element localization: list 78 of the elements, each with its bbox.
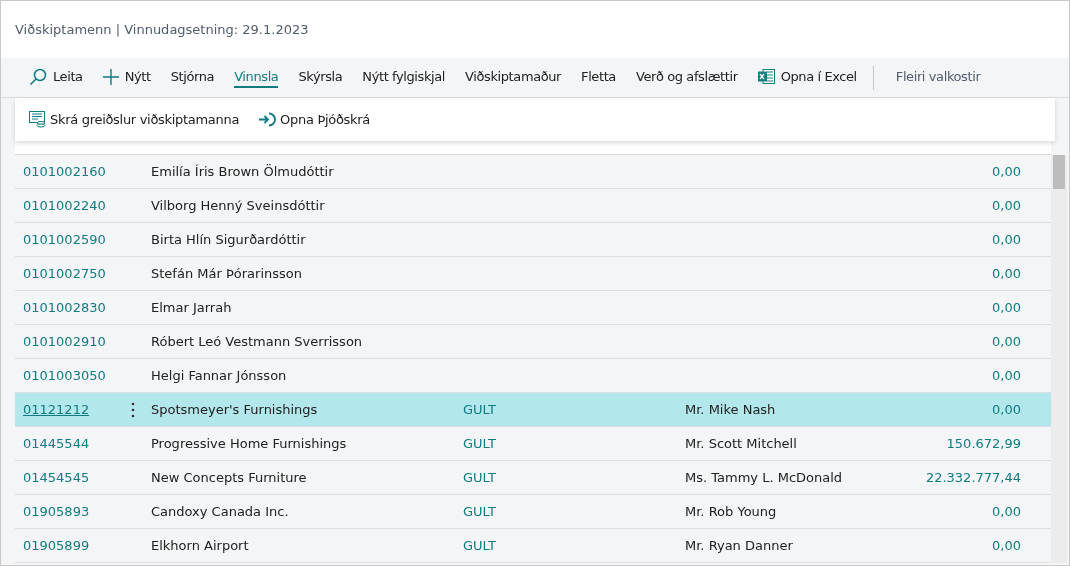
table-row[interactable]: 01905893 Candoxy Canada Inc. GULT Mr. Rob Young 0,00 xyxy=(15,495,1051,529)
table-cell: Elkhorn Airport xyxy=(151,538,249,553)
customer-number-link[interactable]: 01445544 xyxy=(23,436,90,451)
table-cell: Mr. Mike Nash xyxy=(685,402,776,417)
table-row[interactable]: 0101002590 Birta Hlín Sigurðardóttir 0,00 xyxy=(15,223,1051,257)
table-cell: Emilía Íris Brown Ölmudóttir xyxy=(151,164,334,179)
table-cell: Vilborg Henný Sveinsdóttir xyxy=(151,198,325,213)
table-cell: GULT xyxy=(463,470,496,485)
table-cell: 22.332.777,44 xyxy=(925,470,1021,485)
table-cell: 0,00 xyxy=(992,300,1021,315)
table-cell: Mr. Rob Young xyxy=(685,504,777,519)
table-row[interactable]: 01905899 Elkhorn Airport GULT Mr. Ryan Danner 0,00 xyxy=(15,529,1051,563)
table-cell: Stefán Már Þórarinsson xyxy=(151,266,302,281)
table-cell: Birta Hlín Sigurðardóttir xyxy=(151,232,306,247)
table-cell: 0,00 xyxy=(992,232,1021,247)
table-cell: GULT xyxy=(463,538,496,553)
table-cell: Mr. Scott Mitchell xyxy=(685,436,797,451)
table-cell: 0,00 xyxy=(992,164,1021,179)
table-row[interactable]: 0101002910 Róbert Leó Vestmann Sverrisson 0,00 xyxy=(15,325,1051,359)
table-cell: 0,00 xyxy=(992,334,1021,349)
search-button[interactable]: Leita xyxy=(19,58,93,97)
customer-number-link[interactable]: 0101002160 xyxy=(23,164,106,179)
menu-tab[interactable]: Nýtt fylgiskjal xyxy=(352,58,456,97)
table-cell: 0,00 xyxy=(992,402,1021,417)
search-icon xyxy=(29,67,47,86)
table-cell: 0,00 xyxy=(992,368,1021,383)
table-cell: Helgi Fannar Jónsson xyxy=(151,368,287,383)
table-cell: GULT xyxy=(463,436,496,451)
plus-icon xyxy=(102,68,119,85)
table-cell: 0,00 xyxy=(992,266,1021,281)
table-cell: Mr. Ryan Danner xyxy=(685,538,793,553)
table-cell: Spotsmeyer's Furnishings xyxy=(151,402,318,417)
excel-icon xyxy=(757,69,775,84)
register-payments-button[interactable]: Skrá greiðslur viðskiptamanna xyxy=(29,107,248,132)
page-title: Viðskiptamenn | Vinnudagsetning: 29.1.2023 xyxy=(14,21,310,39)
customer-number-link[interactable]: 01454545 xyxy=(23,470,90,485)
customer-number-link[interactable]: 0101002240 xyxy=(23,198,106,213)
table-cell: Ms. Tammy L. McDonald xyxy=(685,470,843,485)
table-cell: GULT xyxy=(463,504,496,519)
table-row[interactable]: 01445544 Progressive Home Furnishings GULT Mr. Scott Mitchell 150.672,99 xyxy=(15,427,1051,461)
selected-row[interactable]: 01121212 Spotsmeyer's Furnishings GULT Mr. Mike Nash 0,00 xyxy=(15,393,1051,427)
customer-number-link[interactable]: 0101002590 xyxy=(23,232,106,247)
open-registry-button[interactable]: Opna Þjóðskrá xyxy=(259,108,378,131)
table-cell: 0,00 xyxy=(992,198,1021,213)
more-options-button[interactable]: Fleiri valkostir xyxy=(885,58,991,97)
customer-number-link[interactable]: 0101002830 xyxy=(23,300,106,315)
more-icon[interactable] xyxy=(131,401,135,418)
customer-number-link[interactable]: 01905899 xyxy=(23,538,90,553)
table-row[interactable]: 0101002750 Stefán Már Þórarinsson 0,00 xyxy=(15,257,1051,291)
customer-number-link[interactable]: 0101003050 xyxy=(23,368,106,383)
menu-tab[interactable]: Verð og afslættir xyxy=(625,58,748,97)
table-cell: 0,00 xyxy=(992,504,1021,519)
table-cell: Candoxy Canada Inc. xyxy=(151,504,289,519)
customer-number-link[interactable]: 0101002750 xyxy=(23,266,106,281)
table-cell: Progressive Home Furnishings xyxy=(151,436,347,451)
table-cell: 0,00 xyxy=(992,538,1021,553)
table-cell: Róbert Leó Vestmann Sverrisson xyxy=(151,334,363,349)
table-row[interactable]: 0101002160 Emilía Íris Brown Ölmudóttir 0,00 xyxy=(15,155,1051,189)
menu-tab[interactable]: Viðskiptamaður xyxy=(455,58,572,97)
customer-number-link[interactable]: 01905893 xyxy=(23,504,90,519)
new-button[interactable]: Nýtt xyxy=(92,58,161,97)
menu-tab[interactable]: Vinnsla xyxy=(224,58,289,97)
menu-tab[interactable]: Skýrsla xyxy=(288,58,353,97)
table-row[interactable]: 0101002830 Elmar Jarrah 0,00 xyxy=(15,291,1051,325)
customer-number-link[interactable]: 0101002910 xyxy=(23,334,106,349)
table-cell: GULT xyxy=(463,402,496,417)
table-row[interactable]: 01454545 New Concepts Furniture GULT Ms. Tammy L. McDonald 22.332.777,44 xyxy=(15,461,1051,495)
excel-button[interactable]: Opna í Excel xyxy=(747,58,867,97)
table-cell: Elmar Jarrah xyxy=(151,300,232,315)
table-row[interactable]: 0101002240 Vilborg Henný Sveinsdóttir 0,00 xyxy=(15,189,1051,223)
table-cell: 150.672,99 xyxy=(946,436,1021,451)
menu-tab[interactable]: Fletta xyxy=(571,58,626,97)
table-cell: New Concepts Furniture xyxy=(151,470,307,485)
menu-tab[interactable]: Stjórna xyxy=(160,58,225,97)
scrollbar[interactable] xyxy=(1051,155,1067,563)
arrow-into-icon xyxy=(259,112,277,127)
customer-number-link[interactable]: 01121212 xyxy=(23,402,90,417)
ledger-icon xyxy=(29,111,46,128)
